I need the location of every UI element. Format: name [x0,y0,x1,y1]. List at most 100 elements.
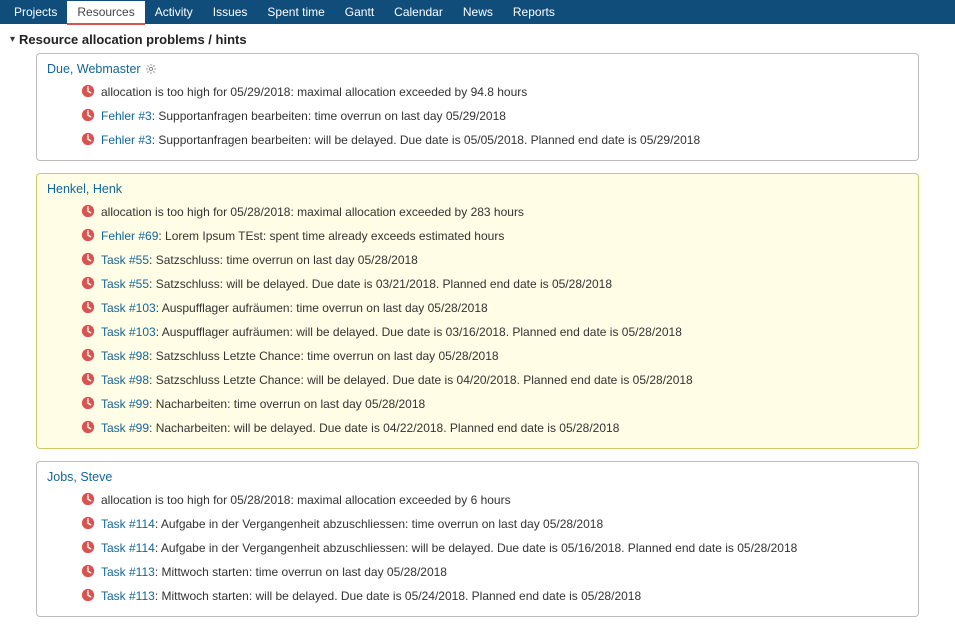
hint-body: Task #98: Satzschluss Letzte Chance: wil… [101,371,693,389]
hint-text: allocation is too high for 05/29/2018: m… [101,85,527,99]
hint-text: : Auspufflager aufräumen: time overrun o… [156,301,488,315]
hint-text: : Satzschluss Letzte Chance: time overru… [149,349,499,363]
hint-text: : Mittwoch starten: time overrun on last… [155,565,447,579]
hint-body: Task #55: Satzschluss: will be delayed. … [101,275,612,293]
issue-link[interactable]: Task #103 [101,325,156,339]
hint-row: Fehler #3: Supportanfragen bearbeiten: w… [47,128,908,152]
clock-icon [81,372,95,386]
section-title: Resource allocation problems / hints [19,32,247,47]
clock-icon [81,420,95,434]
hint-text: allocation is too high for 05/28/2018: m… [101,205,524,219]
nav-item-activity[interactable]: Activity [145,0,203,24]
clock-icon [81,276,95,290]
hint-row: Task #99: Nacharbeiten: will be delayed.… [47,416,908,440]
hint-row: allocation is too high for 05/29/2018: m… [47,80,908,104]
hint-body: Task #113: Mittwoch starten: time overru… [101,563,447,581]
clock-icon [81,540,95,554]
issue-link[interactable]: Task #114 [101,517,155,531]
hint-text: : Supportanfragen bearbeiten: time overr… [152,109,506,123]
issue-link[interactable]: Task #114 [101,541,155,555]
hint-text: : Nacharbeiten: time overrun on last day… [149,397,425,411]
issue-link[interactable]: Task #98 [101,349,149,363]
resource-name-label: Henkel, Henk [47,182,122,196]
clock-icon [81,252,95,266]
issue-link[interactable]: Fehler #3 [101,109,152,123]
hint-body: Task #99: Nacharbeiten: will be delayed.… [101,419,619,437]
hint-text: : Aufgabe in der Vergangenheit abzuschli… [155,541,797,555]
collapse-arrow-icon: ▾ [10,34,15,45]
resource-panel: Jobs, Steve allocation is too high for 05… [36,461,919,617]
clock-icon [81,132,95,146]
hint-body: Task #55: Satzschluss: time overrun on l… [101,251,418,269]
hint-row: Task #113: Mittwoch starten: will be del… [47,584,908,608]
gear-icon [145,63,157,75]
nav-item-calendar[interactable]: Calendar [384,0,453,24]
hint-text: : Satzschluss Letzte Chance: will be del… [149,373,693,387]
clock-icon [81,516,95,530]
issue-link[interactable]: Fehler #3 [101,133,152,147]
nav-item-gantt[interactable]: Gantt [335,0,384,24]
clock-icon [81,324,95,338]
issue-link[interactable]: Task #55 [101,253,149,267]
nav-item-spent-time[interactable]: Spent time [257,0,334,24]
hint-row: Task #114: Aufgabe in der Vergangenheit … [47,536,908,560]
hint-row: Task #98: Satzschluss Letzte Chance: wil… [47,368,908,392]
resource-name-link[interactable]: Jobs, Steve [47,468,908,488]
issue-link[interactable]: Task #98 [101,373,149,387]
resource-panel: Henkel, Henk allocation is too high for 0… [36,173,919,449]
issue-link[interactable]: Task #113 [101,589,155,603]
hint-body: allocation is too high for 05/28/2018: m… [101,491,511,509]
clock-icon [81,300,95,314]
hint-row: Task #103: Auspufflager aufräumen: will … [47,320,908,344]
hint-body: Fehler #3: Supportanfragen bearbeiten: w… [101,131,700,149]
hint-row: Task #99: Nacharbeiten: time overrun on … [47,392,908,416]
hint-body: Fehler #69: Lorem Ipsum TEst: spent time… [101,227,504,245]
hint-row: Task #113: Mittwoch starten: time overru… [47,560,908,584]
hint-row: Fehler #69: Lorem Ipsum TEst: spent time… [47,224,908,248]
issue-link[interactable]: Fehler #69 [101,229,158,243]
hint-text: : Satzschluss: will be delayed. Due date… [149,277,612,291]
hint-row: Task #114: Aufgabe in der Vergangenheit … [47,512,908,536]
hint-text: : Lorem Ipsum TEst: spent time already e… [158,229,504,243]
hint-text: : Nacharbeiten: will be delayed. Due dat… [149,421,619,435]
nav-item-issues[interactable]: Issues [203,0,258,24]
hint-body: allocation is too high for 05/29/2018: m… [101,83,527,101]
issue-link[interactable]: Task #55 [101,277,149,291]
nav-item-news[interactable]: News [453,0,503,24]
issue-link[interactable]: Task #113 [101,565,155,579]
clock-icon [81,108,95,122]
hint-text: : Mittwoch starten: will be delayed. Due… [155,589,641,603]
clock-icon [81,588,95,602]
resource-name-link[interactable]: Henkel, Henk [47,180,908,200]
resource-name-link[interactable]: Due, Webmaster [47,60,908,80]
clock-icon [81,84,95,98]
clock-icon [81,228,95,242]
hint-text: : Aufgabe in der Vergangenheit abzuschli… [155,517,603,531]
issue-link[interactable]: Task #103 [101,301,156,315]
clock-icon [81,348,95,362]
hint-row: allocation is too high for 05/28/2018: m… [47,488,908,512]
hint-row: Task #55: Satzschluss: time overrun on l… [47,248,908,272]
clock-icon [81,396,95,410]
nav-item-projects[interactable]: Projects [4,0,67,24]
hint-body: Task #98: Satzschluss Letzte Chance: tim… [101,347,499,365]
resource-name-label: Due, Webmaster [47,62,141,76]
issue-link[interactable]: Task #99 [101,421,149,435]
panels-container: Due, Webmaster allocation is too high for… [0,53,955,639]
top-nav: ProjectsResourcesActivityIssuesSpent tim… [0,0,955,24]
hint-text: allocation is too high for 05/28/2018: m… [101,493,511,507]
hint-row: allocation is too high for 05/28/2018: m… [47,200,908,224]
clock-icon [81,564,95,578]
hint-row: Fehler #3: Supportanfragen bearbeiten: t… [47,104,908,128]
hint-body: Task #114: Aufgabe in der Vergangenheit … [101,515,603,533]
nav-item-resources[interactable]: Resources [67,1,144,25]
section-header[interactable]: ▾ Resource allocation problems / hints [0,24,955,53]
resource-panel: Due, Webmaster allocation is too high for… [36,53,919,161]
hint-text: : Supportanfragen bearbeiten: will be de… [152,133,700,147]
hint-body: Task #113: Mittwoch starten: will be del… [101,587,641,605]
nav-item-reports[interactable]: Reports [503,0,565,24]
resource-name-label: Jobs, Steve [47,470,112,484]
clock-icon [81,204,95,218]
issue-link[interactable]: Task #99 [101,397,149,411]
hint-body: Task #103: Auspufflager aufräumen: time … [101,299,488,317]
